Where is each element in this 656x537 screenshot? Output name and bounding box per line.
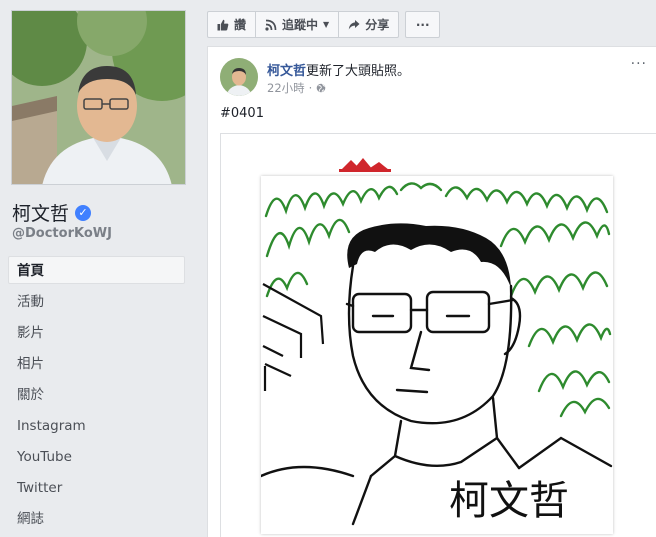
profile-photo[interactable] [11,10,186,185]
post-options-icon[interactable]: ··· [631,56,647,72]
nav-item-notes[interactable]: 網誌 [8,504,185,532]
nav-item-videos[interactable]: 影片 [8,318,185,346]
following-button[interactable]: 追蹤中 ▼ [255,11,340,38]
nav-item-about[interactable]: 關於 [8,380,185,408]
profile-name[interactable]: 柯文哲 ✓ [12,199,92,226]
post-body-text: #0401 [220,106,264,121]
profile-handle[interactable]: @DoctorKoWJ [12,226,112,241]
nav-item-twitter[interactable]: Twitter [8,473,185,501]
nav-item-home[interactable]: 首頁 [8,256,185,284]
nav-item-instagram[interactable]: Instagram [8,411,185,439]
post-card: 柯文哲更新了大頭貼照。 22小時 · ··· #0401 柯文哲 [207,46,656,537]
more-options-button[interactable]: ··· [405,11,441,38]
nav-item-youtube[interactable]: YouTube [8,442,185,470]
like-button-label: 讚 [234,18,247,32]
rss-feed-icon [265,19,277,31]
self-portrait-sketch: 柯文哲 [259,176,613,534]
thumbs-up-icon [217,19,229,30]
page-action-bar: 讚 追蹤中 ▼ 分享 ··· [207,11,441,38]
nav-item-events[interactable]: 活動 [8,287,185,315]
profile-name-text[interactable]: 柯文哲 [12,199,69,226]
left-sidebar: 柯文哲 ✓ @DoctorKoWJ 首頁 活動 影片 相片 關於 Instagr… [0,0,195,537]
following-button-label: 追蹤中 [282,18,319,32]
share-button[interactable]: 分享 [338,11,400,38]
like-button[interactable]: 讚 [207,11,257,38]
post-author-avatar[interactable] [220,58,258,96]
more-dots-icon: ··· [415,17,430,32]
verified-badge-icon: ✓ [75,204,92,221]
post-author-link[interactable]: 柯文哲 [267,64,306,79]
share-button-label: 分享 [365,18,390,32]
chevron-down-icon: ▼ [323,20,330,29]
post-header: 柯文哲更新了大頭貼照。 [267,60,410,79]
meta-separator: · [308,81,313,95]
post-action-text: 更新了大頭貼照。 [306,64,411,79]
sketch-signature: 柯文哲 [449,478,569,524]
post-image[interactable]: 柯文哲 [220,133,656,537]
post-meta: 22小時 · [267,80,326,96]
globe-icon[interactable] [316,83,326,93]
share-arrow-icon [348,19,360,29]
post-timestamp[interactable]: 22小時 [267,80,305,96]
page-nav: 首頁 活動 影片 相片 關於 Instagram YouTube Twitter… [8,256,185,535]
nav-item-photos[interactable]: 相片 [8,349,185,377]
red-logo-mark [339,158,391,172]
